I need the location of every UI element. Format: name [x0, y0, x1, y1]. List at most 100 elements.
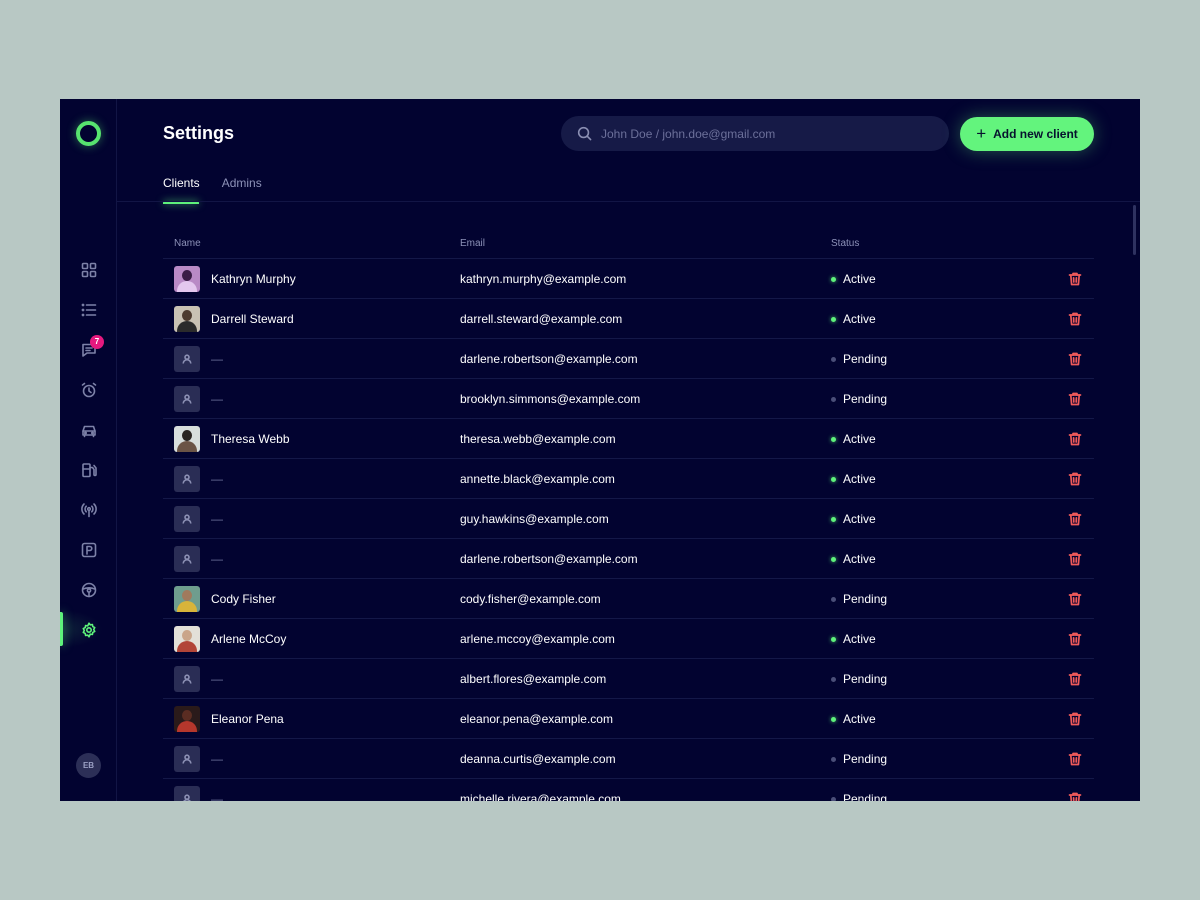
client-name: Cody Fisher: [211, 592, 276, 606]
sidebar-item-car[interactable]: [60, 410, 117, 450]
delete-button[interactable]: [1068, 632, 1082, 646]
status-label: Pending: [843, 392, 888, 406]
add-client-button[interactable]: + Add new client: [960, 117, 1094, 151]
plus-icon: +: [976, 124, 987, 143]
parking-icon: [81, 542, 96, 558]
status-dot: [831, 436, 836, 442]
sidebar-item-chat[interactable]: 7: [60, 330, 117, 370]
status-cell: Active: [831, 259, 876, 299]
table-row[interactable]: — albert.flores@example.com Pending: [163, 659, 1094, 699]
delete-button[interactable]: [1068, 312, 1082, 326]
trash-icon: [1068, 792, 1082, 801]
search-input[interactable]: [601, 116, 931, 151]
car-icon: [81, 425, 96, 438]
sidebar-item-gear[interactable]: [60, 610, 117, 650]
client-avatar: [174, 306, 200, 332]
status-dot: [831, 796, 836, 801]
client-name: Theresa Webb: [211, 432, 290, 446]
table-row[interactable]: — brooklyn.simmons@example.com Pending: [163, 379, 1094, 419]
delete-button[interactable]: [1068, 512, 1082, 526]
sidebar-item-alarm-clock[interactable]: [60, 370, 117, 410]
user-icon: [182, 394, 192, 404]
sidebar: 7 EB: [60, 99, 117, 801]
client-name: —: [211, 552, 223, 566]
fuel-station-icon: [81, 463, 97, 478]
client-email: guy.hawkins@example.com: [460, 512, 609, 526]
status-cell: Pending: [831, 659, 887, 699]
status-dot: [831, 636, 836, 642]
trash-icon: [1068, 712, 1082, 726]
sidebar-item-dashboard[interactable]: [60, 250, 117, 290]
tab-clients[interactable]: Clients: [163, 176, 200, 204]
client-avatar: [174, 586, 200, 612]
scrollbar-thumb[interactable]: [1133, 205, 1136, 255]
client-name-cell: Kathryn Murphy: [174, 259, 296, 299]
column-header-email[interactable]: Email: [460, 238, 485, 249]
delete-button[interactable]: [1068, 392, 1082, 406]
logo[interactable]: [76, 121, 101, 146]
client-email: albert.flores@example.com: [460, 672, 607, 686]
table-row[interactable]: Eleanor Pena eleanor.pena@example.com Acti…: [163, 699, 1094, 739]
status-cell: Active: [831, 619, 876, 659]
table-row[interactable]: — guy.hawkins@example.com Active: [163, 499, 1094, 539]
delete-button[interactable]: [1068, 552, 1082, 566]
delete-button[interactable]: [1068, 672, 1082, 686]
trash-icon: [1068, 592, 1082, 606]
client-name-cell: —: [174, 539, 223, 579]
status-cell: Pending: [831, 379, 887, 419]
client-email: theresa.webb@example.com: [460, 432, 616, 446]
sidebar-item-list[interactable]: [60, 290, 117, 330]
table-row[interactable]: Cody Fisher cody.fisher@example.com Pendin…: [163, 579, 1094, 619]
delete-button[interactable]: [1068, 432, 1082, 446]
sidebar-item-parking[interactable]: [60, 530, 117, 570]
client-email: deanna.curtis@example.com: [460, 752, 616, 766]
column-header-name[interactable]: Name: [174, 238, 201, 249]
table-row[interactable]: Darrell Steward darrell.steward@example.c…: [163, 299, 1094, 339]
status-cell: Pending: [831, 739, 887, 779]
delete-button[interactable]: [1068, 472, 1082, 486]
sidebar-item-fuel-station[interactable]: [60, 450, 117, 490]
client-name: —: [211, 752, 223, 766]
trash-icon: [1068, 312, 1082, 326]
table-row[interactable]: Arlene McCoy arlene.mccoy@example.com Acti…: [163, 619, 1094, 659]
search-icon: [577, 126, 592, 141]
status-dot: [831, 596, 836, 602]
dashboard-icon: [81, 262, 96, 278]
trash-icon: [1068, 552, 1082, 566]
delete-button[interactable]: [1068, 352, 1082, 366]
delete-button[interactable]: [1068, 592, 1082, 606]
delete-button[interactable]: [1068, 272, 1082, 286]
client-email: arlene.mccoy@example.com: [460, 632, 615, 646]
table-row[interactable]: Theresa Webb theresa.webb@example.com Acti…: [163, 419, 1094, 459]
delete-button[interactable]: [1068, 792, 1082, 801]
sidebar-nav: 7: [60, 250, 117, 650]
sidebar-item-steering-wheel[interactable]: [60, 570, 117, 610]
sidebar-item-broadcast[interactable]: [60, 490, 117, 530]
client-email: darlene.robertson@example.com: [460, 552, 638, 566]
page-title: Settings: [163, 123, 235, 143]
table-row[interactable]: — darlene.robertson@example.com Pending: [163, 339, 1094, 379]
client-name: Eleanor Pena: [211, 712, 284, 726]
client-name: —: [211, 792, 223, 801]
client-email: brooklyn.simmons@example.com: [460, 392, 641, 406]
tab-admins[interactable]: Admins: [222, 176, 262, 204]
table-row[interactable]: — annette.black@example.com Active: [163, 459, 1094, 499]
add-client-button-label: Add new client: [993, 127, 1078, 141]
main-content: Settings + Add new client Clients Admins…: [117, 99, 1140, 801]
table-row[interactable]: — darlene.robertson@example.com Active: [163, 539, 1094, 579]
user-avatar[interactable]: EB: [76, 753, 101, 778]
table-row[interactable]: Kathryn Murphy kathryn.murphy@example.com…: [163, 259, 1094, 299]
status-dot: [831, 756, 836, 762]
delete-button[interactable]: [1068, 752, 1082, 766]
app-window: 7 EB Settings + Add new client Clients A…: [60, 99, 1140, 801]
client-name-cell: —: [174, 339, 223, 379]
status-cell: Pending: [831, 579, 887, 619]
delete-button[interactable]: [1068, 712, 1082, 726]
status-label: Pending: [843, 592, 888, 606]
table-row[interactable]: — michelle.rivera@example.com Pending: [163, 779, 1094, 801]
user-icon: [182, 554, 192, 564]
table-row[interactable]: — deanna.curtis@example.com Pending: [163, 739, 1094, 779]
client-name-cell: Cody Fisher: [174, 579, 276, 619]
column-header-status[interactable]: Status: [831, 238, 859, 249]
client-avatar-placeholder: [174, 666, 200, 692]
